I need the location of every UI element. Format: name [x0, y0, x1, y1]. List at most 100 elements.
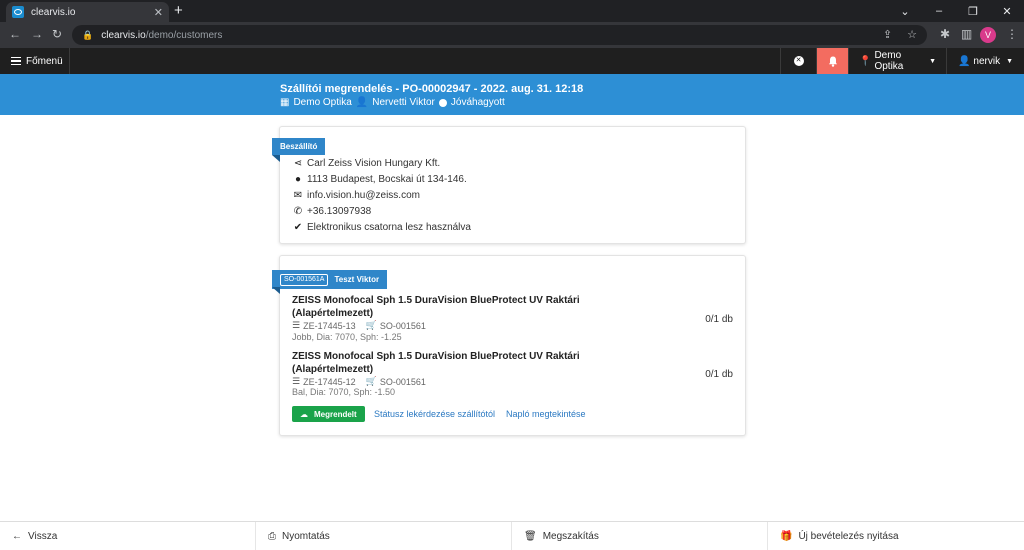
browser-tab-title: clearvis.io	[31, 6, 76, 18]
phone-icon: ✆	[293, 206, 303, 217]
user-label: nervik	[973, 55, 1001, 67]
item-quantity: 0/1 db	[705, 314, 733, 325]
header-person: Nervetti Viktor	[372, 97, 435, 108]
url-field[interactable]: 🔒 clearvis.io/demo/customers ⇪ ☆	[72, 25, 927, 45]
footer-actions: ← Vissza ⎙ Nyomtatás 🗑 Megszakítás 🎁 Új …	[0, 521, 1024, 550]
browser-menu-icon[interactable]: ⋮	[1006, 27, 1018, 41]
user-icon: 👤	[957, 55, 971, 67]
browser-tab[interactable]: clearvis.io ✕	[6, 2, 169, 22]
supplier-email[interactable]: info.vision.hu@zeiss.com	[307, 190, 420, 201]
check-icon: ✔	[293, 222, 303, 233]
browser-tab-bar: clearvis.io ✕ + ⌄ – ❐ ✕	[0, 0, 1024, 22]
print-button[interactable]: ⎙ Nyomtatás	[256, 522, 512, 550]
hamburger-icon	[11, 55, 21, 68]
page-subtitle: ▦ Demo Optika 👤 Nervetti Viktor Jóváhagy…	[280, 97, 509, 108]
view-log-link[interactable]: Napló megtekintése	[506, 409, 586, 419]
arrow-left-icon: ←	[12, 530, 22, 542]
browser-address-bar: ← → ↻ 🔒 clearvis.io/demo/customers ⇪ ☆ ✱…	[0, 22, 1024, 48]
query-status-link[interactable]: Státusz lekérdezése szállítótól	[374, 409, 495, 419]
item-code: ZE-17445-13	[303, 320, 356, 331]
user-icon: 👤	[355, 97, 369, 108]
item-so: SO-001561	[379, 320, 426, 331]
location-label: Demo Optika	[874, 50, 904, 72]
share-nodes-icon: ⋖	[293, 158, 303, 169]
supplier-ribbon: Beszállító	[272, 138, 326, 162]
supplier-phone[interactable]: +36.13097938	[307, 206, 371, 217]
supplier-name: Carl Zeiss Vision Hungary Kft.	[307, 158, 441, 169]
cancel-label: Megszakítás	[542, 530, 599, 542]
cloud-download-icon: ☁	[300, 409, 308, 419]
new-tab-icon[interactable]: +	[174, 2, 183, 20]
reload-icon[interactable]: ↻	[52, 27, 62, 41]
order-badge: SO-001561A	[280, 273, 329, 286]
clearvis-favicon-icon	[12, 6, 24, 18]
back-label: Vissza	[28, 530, 58, 542]
caret-down-icon: ▼	[1006, 57, 1014, 65]
back-arrow-icon[interactable]: ←	[9, 27, 21, 41]
supplier-address-row: ● 1113 Budapest, Bocskai út 134-146.	[292, 174, 467, 185]
building-icon: ▦	[280, 97, 290, 108]
ordered-status-button[interactable]: ☁ Megrendelt	[292, 406, 365, 422]
extensions-puzzle-icon[interactable]: ✱	[940, 27, 950, 41]
close-session-button[interactable]: ✕	[780, 48, 816, 74]
new-receipt-button[interactable]: 🎁 Új bevételezés nyitása	[768, 522, 1024, 550]
main-menu-button[interactable]: Főmenü	[0, 48, 70, 74]
user-dropdown[interactable]: 👤 nervik ▼	[946, 48, 1024, 74]
item-code: ZE-17445-12	[303, 376, 356, 387]
lock-icon: 🔒	[82, 29, 94, 40]
map-marker-icon: ●	[294, 174, 302, 185]
circle-x-icon: ✕	[793, 56, 804, 66]
barcode-icon: ☰	[292, 376, 301, 386]
print-label: Nyomtatás	[282, 530, 330, 542]
item-detail: Jobb, Dia: 7070, Sph: -1.25	[292, 332, 402, 342]
bell-icon	[828, 56, 837, 67]
supplier-channel-row: ✔ Elektronikus csatorna lesz használva	[292, 222, 471, 233]
close-window-icon[interactable]: ✕	[990, 5, 1024, 18]
trash-icon: 🗑	[524, 530, 537, 542]
page-title: Szállítói megrendelés - PO-00002947 - 20…	[280, 83, 584, 95]
location-dropdown[interactable]: 📍 Demo Optika ▼	[848, 48, 946, 74]
page-header: Szállítói megrendelés - PO-00002947 - 20…	[0, 74, 1024, 115]
app-navbar: Főmenü ✕ 📍 Demo Optika ▼ 👤 nervik ▼	[0, 48, 1024, 74]
forward-arrow-icon[interactable]: →	[31, 27, 43, 41]
supplier-channel: Elektronikus csatorna lesz használva	[307, 222, 471, 233]
caret-down-icon: ▼	[929, 57, 936, 65]
item-meta: ☰ ZE-17445-13 🛒 SO-001561	[292, 320, 426, 331]
navbar-right: ✕ 📍 Demo Optika ▼ 👤 nervik ▼	[780, 48, 1024, 74]
barcode-icon: ☰	[292, 320, 301, 330]
supplier-name-row: ⋖ Carl Zeiss Vision Hungary Kft.	[292, 158, 440, 169]
cancel-button[interactable]: 🗑 Megszakítás	[512, 522, 768, 550]
side-panel-icon[interactable]: ▥	[961, 27, 972, 41]
close-tab-icon[interactable]: ✕	[154, 6, 163, 19]
profile-avatar[interactable]: V	[980, 27, 996, 43]
order-ribbon: SO-001561A Teszt Viktor	[272, 270, 388, 294]
url-host: clearvis.io	[101, 29, 146, 41]
supplier-email-row: ✉ info.vision.hu@zeiss.com	[292, 190, 420, 201]
window-controls: ⌄ – ❐ ✕	[888, 0, 1024, 22]
share-icon[interactable]: ⇪	[883, 29, 892, 41]
bookmark-star-icon[interactable]: ☆	[907, 29, 917, 41]
item-title: ZEISS Monofocal Sph 1.5 DuraVision BlueP…	[292, 351, 580, 375]
ordered-status-label: Megrendelt	[314, 409, 357, 419]
status-dot-icon	[438, 98, 447, 107]
item-meta: ☰ ZE-17445-12 🛒 SO-001561	[292, 376, 426, 387]
notifications-button[interactable]	[816, 48, 848, 74]
supplier-card: Beszállító ⋖ Carl Zeiss Vision Hungary K…	[272, 126, 746, 244]
header-shop: Demo Optika	[293, 97, 352, 108]
new-receipt-label: Új bevételezés nyitása	[798, 530, 899, 542]
url-path: /demo/customers	[145, 29, 223, 41]
printer-icon: ⎙	[268, 530, 276, 542]
item-quantity: 0/1 db	[705, 369, 733, 380]
back-button[interactable]: ← Vissza	[0, 522, 256, 550]
envelope-icon: ✉	[293, 190, 303, 201]
order-card: SO-001561A Teszt Viktor ZEISS Monofocal …	[272, 255, 746, 436]
omnibox-actions: ⇪ ☆	[871, 28, 917, 41]
supplier-phone-row: ✆ +36.13097938	[292, 206, 371, 217]
restore-icon[interactable]: ❐	[956, 5, 990, 18]
tab-search-icon[interactable]: ⌄	[888, 5, 922, 18]
supplier-address: 1113 Budapest, Bocskai út 134-146.	[307, 174, 467, 185]
item-so: SO-001561	[379, 376, 426, 387]
header-status: Jóváhagyott	[450, 97, 505, 108]
gift-icon: 🎁	[780, 530, 793, 542]
minimize-icon[interactable]: –	[922, 5, 956, 17]
